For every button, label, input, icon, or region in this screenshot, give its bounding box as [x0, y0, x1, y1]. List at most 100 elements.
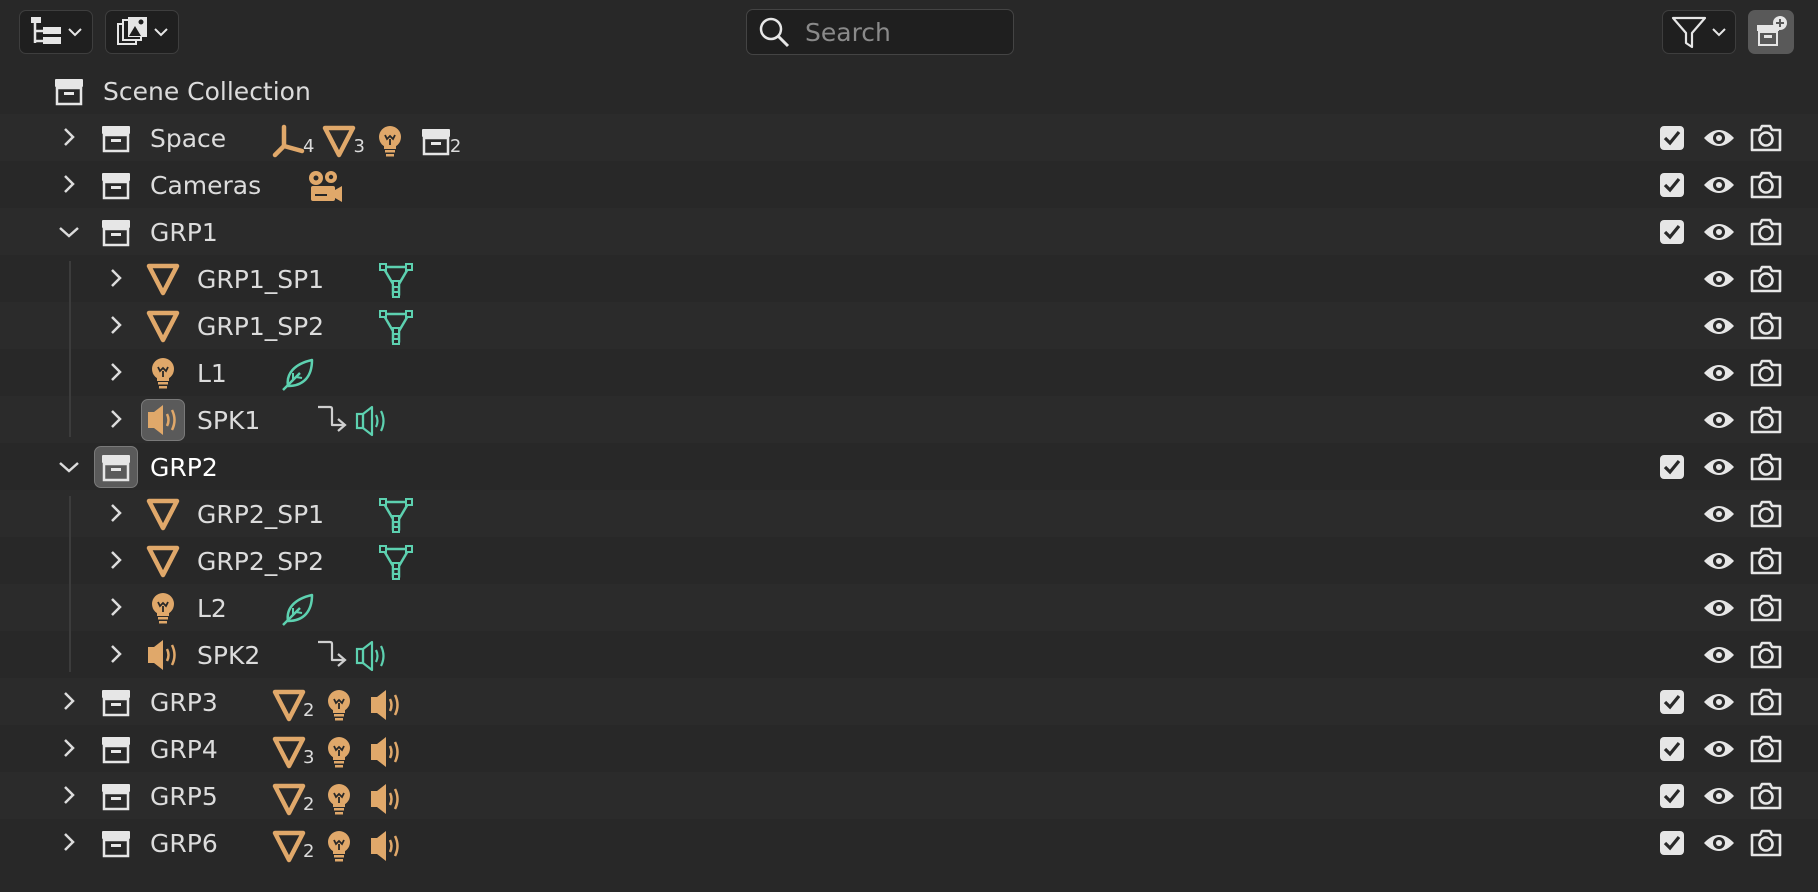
mesh-data-icon[interactable]: [378, 497, 414, 533]
exclude-checkbox[interactable]: [1659, 736, 1685, 762]
chevron-right-icon[interactable]: [105, 265, 127, 291]
collection-icon[interactable]: [98, 685, 134, 719]
render-camera-icon[interactable]: [1749, 828, 1783, 858]
outliner-row-grp2_sp1[interactable]: GRP2_SP1: [0, 490, 1818, 537]
outliner-row-grp5[interactable]: GRP5 2: [0, 772, 1818, 819]
speaker-icon[interactable]: [368, 688, 404, 722]
light-icon[interactable]: [322, 735, 356, 769]
chevron-down-icon[interactable]: [56, 221, 82, 243]
collection-icon[interactable]: [98, 168, 134, 202]
eye-icon[interactable]: [1702, 218, 1736, 246]
mesh-icon[interactable]: 2: [272, 782, 314, 816]
exclude-checkbox[interactable]: [1659, 219, 1685, 245]
render-camera-icon[interactable]: [1749, 687, 1783, 717]
eye-icon[interactable]: [1702, 124, 1736, 152]
speaker-icon[interactable]: [141, 399, 185, 441]
row-label[interactable]: L2: [197, 594, 227, 623]
mesh-icon[interactable]: [145, 497, 181, 531]
mesh-data-icon[interactable]: [378, 544, 414, 580]
row-label[interactable]: GRP2_SP2: [197, 547, 324, 576]
chevron-right-icon[interactable]: [105, 547, 127, 573]
chevron-right-icon[interactable]: [105, 359, 127, 385]
outliner-row-grp4[interactable]: GRP4 3: [0, 725, 1818, 772]
eye-icon[interactable]: [1702, 359, 1736, 387]
render-camera-icon[interactable]: [1749, 781, 1783, 811]
camera-icon[interactable]: [305, 169, 343, 205]
light-data-icon[interactable]: [280, 356, 316, 392]
outliner-row-grp1_sp2[interactable]: GRP1_SP2: [0, 302, 1818, 349]
chevron-right-icon[interactable]: [105, 406, 127, 432]
outliner-row-grp2[interactable]: GRP2: [0, 443, 1818, 490]
exclude-checkbox[interactable]: [1659, 689, 1685, 715]
outliner-row-grp3[interactable]: GRP3 2: [0, 678, 1818, 725]
chevron-right-icon[interactable]: [58, 782, 80, 808]
speaker-data-icon[interactable]: [354, 639, 390, 673]
row-label[interactable]: SPK2: [197, 641, 260, 670]
eye-icon[interactable]: [1702, 782, 1736, 810]
chevron-right-icon[interactable]: [58, 688, 80, 714]
collection-icon[interactable]: [98, 779, 134, 813]
chevron-right-icon[interactable]: [105, 594, 127, 620]
row-label[interactable]: GRP2: [150, 453, 218, 482]
mesh-icon[interactable]: 2: [272, 688, 314, 722]
filter-collection-dropdown[interactable]: [105, 10, 179, 54]
render-camera-icon[interactable]: [1749, 640, 1783, 670]
new-collection-button[interactable]: [1748, 10, 1794, 54]
mesh-icon[interactable]: [145, 262, 181, 296]
row-label[interactable]: GRP4: [150, 735, 218, 764]
row-label[interactable]: GRP5: [150, 782, 218, 811]
display-mode-dropdown[interactable]: [19, 10, 93, 54]
light-icon[interactable]: [322, 688, 356, 722]
render-camera-icon[interactable]: [1749, 499, 1783, 529]
eye-icon[interactable]: [1702, 594, 1736, 622]
row-label[interactable]: GRP1: [150, 218, 218, 247]
collection-icon[interactable]: [98, 215, 134, 249]
light-icon[interactable]: [145, 591, 181, 625]
eye-icon[interactable]: [1702, 406, 1736, 434]
chevron-right-icon[interactable]: [105, 312, 127, 338]
render-camera-icon[interactable]: [1749, 311, 1783, 341]
render-camera-icon[interactable]: [1749, 170, 1783, 200]
speaker-data-icon[interactable]: [354, 404, 390, 438]
render-camera-icon[interactable]: [1749, 264, 1783, 294]
chevron-right-icon[interactable]: [58, 829, 80, 855]
eye-icon[interactable]: [1702, 547, 1736, 575]
light-icon[interactable]: [145, 356, 181, 390]
row-label[interactable]: GRP2_SP1: [197, 500, 324, 529]
scene-collection-row[interactable]: Scene Collection: [0, 67, 1818, 114]
chevron-down-icon[interactable]: [56, 456, 82, 478]
row-label[interactable]: L1: [197, 359, 227, 388]
eye-icon[interactable]: [1702, 735, 1736, 763]
render-camera-icon[interactable]: [1749, 593, 1783, 623]
row-label[interactable]: Space: [150, 124, 226, 153]
speaker-icon[interactable]: [368, 735, 404, 769]
eye-icon[interactable]: [1702, 171, 1736, 199]
outliner-row-grp6[interactable]: GRP6 2: [0, 819, 1818, 866]
modifier-icon[interactable]: [314, 638, 350, 674]
chevron-right-icon[interactable]: [58, 735, 80, 761]
mesh-data-icon[interactable]: [378, 262, 414, 298]
eye-icon[interactable]: [1702, 453, 1736, 481]
exclude-checkbox[interactable]: [1659, 830, 1685, 856]
render-camera-icon[interactable]: [1749, 358, 1783, 388]
outliner-row-grp1[interactable]: GRP1: [0, 208, 1818, 255]
light-icon[interactable]: [322, 829, 356, 863]
outliner-row-l2[interactable]: L2: [0, 584, 1818, 631]
row-label[interactable]: Cameras: [150, 171, 261, 200]
outliner-row-l1[interactable]: L1: [0, 349, 1818, 396]
outliner-row-space[interactable]: Space 4 3 2: [0, 114, 1818, 161]
eye-icon[interactable]: [1702, 688, 1736, 716]
modifier-icon[interactable]: [314, 403, 350, 439]
mesh-icon[interactable]: 3: [322, 124, 365, 158]
mesh-icon[interactable]: 3: [272, 735, 314, 769]
mesh-data-icon[interactable]: [378, 309, 414, 345]
row-label[interactable]: GRP6: [150, 829, 218, 858]
outliner-row-spk1[interactable]: SPK1: [0, 396, 1818, 443]
outliner-row-grp2_sp2[interactable]: GRP2_SP2: [0, 537, 1818, 584]
speaker-icon[interactable]: [145, 638, 181, 672]
mesh-icon[interactable]: [145, 544, 181, 578]
empty-icon[interactable]: 4: [272, 124, 314, 158]
collection-icon[interactable]: [94, 446, 138, 488]
search-input[interactable]: [805, 17, 1005, 47]
render-camera-icon[interactable]: [1749, 546, 1783, 576]
